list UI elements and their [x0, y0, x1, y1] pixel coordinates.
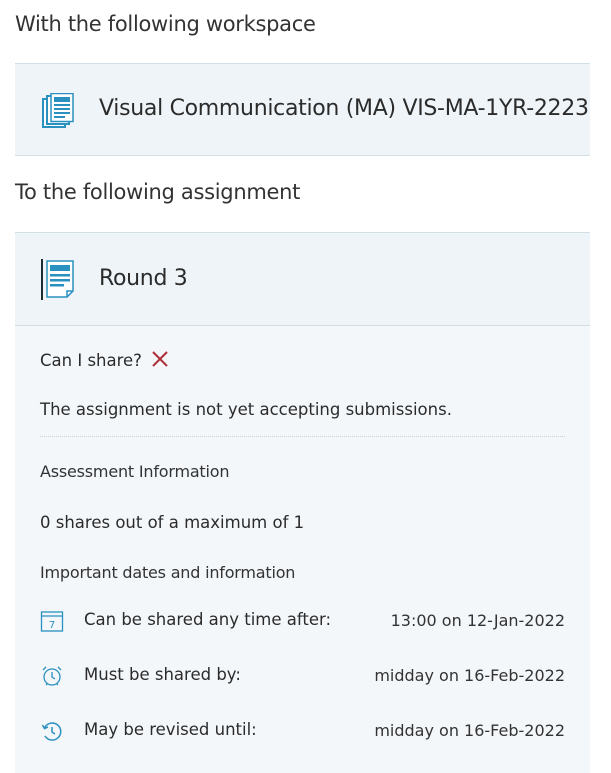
date-value: 13:00 on 12-Jan-2022: [390, 611, 565, 630]
date-row-shared-by: Must be shared by: midday on 16-Feb-2022: [40, 662, 565, 690]
date-label: Must be shared by:: [84, 665, 241, 684]
svg-text:7: 7: [49, 620, 55, 631]
status-message: The assignment is not yet accepting subm…: [40, 400, 452, 419]
document-icon: [41, 259, 75, 305]
workspace-heading: With the following workspace: [15, 12, 316, 36]
history-clock-icon: [40, 719, 64, 743]
divider: [40, 436, 565, 437]
shares-count: 0 shares out of a maximum of 1: [40, 513, 305, 532]
assignment-details-panel: Can I share? The assignment is not yet a…: [15, 326, 590, 773]
workspace-card: Visual Communication (MA) VIS-MA-1YR-222…: [15, 63, 590, 156]
assignment-card: Round 3: [15, 232, 590, 326]
date-row-share-after: 7 Can be shared any time after: 13:00 on…: [40, 607, 565, 635]
assignment-name: Round 3: [99, 266, 188, 291]
date-label: Can be shared any time after:: [84, 610, 332, 629]
date-value: midday on 16-Feb-2022: [374, 666, 565, 685]
date-row-revised-until: May be revised until: midday on 16-Feb-2…: [40, 717, 565, 745]
workspace-name: Visual Communication (MA) VIS-MA-1YR-222…: [99, 96, 589, 121]
calendar-icon: 7: [40, 609, 64, 633]
documents-icon: [41, 92, 75, 133]
dates-heading: Important dates and information: [40, 563, 296, 582]
date-value: midday on 16-Feb-2022: [374, 721, 565, 740]
alarm-clock-icon: [40, 664, 64, 688]
cross-icon: [151, 350, 169, 372]
can-share-label: Can I share?: [40, 351, 142, 370]
date-label: May be revised until:: [84, 720, 257, 739]
can-share-row: Can I share?: [40, 350, 169, 372]
assessment-heading: Assessment Information: [40, 462, 230, 481]
assignment-heading: To the following assignment: [15, 180, 301, 204]
